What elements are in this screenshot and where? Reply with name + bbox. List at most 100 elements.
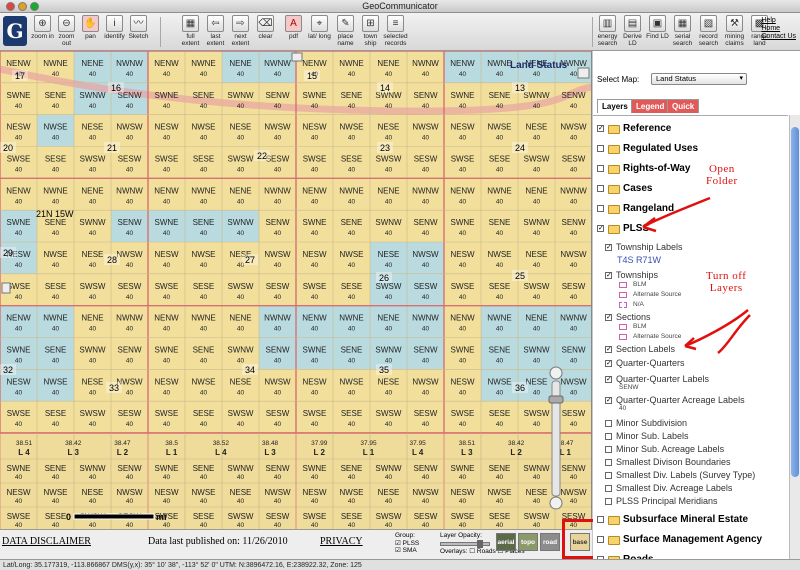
- qq-label: NENE: [525, 186, 547, 195]
- energy-button[interactable]: ▥ energy search: [595, 15, 620, 47]
- qq-acreage-label: 40: [311, 135, 319, 142]
- township-button[interactable]: ⊞ town ship: [358, 15, 383, 47]
- qq-label: SENE: [193, 464, 215, 473]
- qq-acreage-label: 40: [15, 389, 23, 396]
- privacy-link[interactable]: PRIVACY: [320, 536, 363, 547]
- tab-layers[interactable]: Layers: [597, 99, 633, 113]
- qq-acreage-label: 40: [89, 166, 97, 173]
- aerial-basemap-button[interactable]: aerial: [496, 533, 516, 551]
- group-sma-option[interactable]: ☑ SMA: [395, 547, 419, 555]
- records-button[interactable]: ≡ selected records: [383, 15, 408, 47]
- plss-sublayer-5[interactable]: Smallest Div. Acreage Labels: [593, 481, 788, 494]
- plss-sublayer-4-label: Smallest Div. Labels (Survey Type): [616, 470, 756, 480]
- help-link[interactable]: Help: [761, 17, 796, 25]
- map-view[interactable]: NENW 40 NWNE 40 NENE 40 NWNW 40 NENW 40 NWNE 40 NENE…: [0, 51, 592, 529]
- serial-button[interactable]: ▦ serial search: [670, 15, 695, 47]
- eraser-button[interactable]: ⌫ clear: [253, 15, 278, 40]
- land-status-map[interactable]: NENW 40 NWNE 40 NENE 40 NWNW 40 NENW 40 NWNE 40 NENE…: [0, 51, 592, 529]
- derive-button[interactable]: ▤ Derive LD: [620, 15, 645, 47]
- hand-tool-button[interactable]: ✋ pan: [78, 15, 103, 40]
- qq-acreage-label: 40: [126, 135, 134, 142]
- layer-reference[interactable]: ✓ Reference: [593, 120, 788, 140]
- qq-acreage-label: 40: [274, 71, 282, 78]
- plss-sublayer-6[interactable]: PLSS Principal Meridians: [593, 494, 788, 507]
- minimize-window-button[interactable]: [18, 2, 27, 11]
- opacity-slider[interactable]: [440, 539, 490, 548]
- plss-sublayer-4[interactable]: Smallest Div. Labels (Survey Type): [593, 468, 788, 481]
- find-button[interactable]: ▣ Find LD: [645, 15, 670, 40]
- plss-sublayer-0[interactable]: Minor Subdivision: [593, 416, 788, 429]
- plss-sublayer-2-checkbox[interactable]: [605, 446, 612, 453]
- qq-acreage-label: 40: [237, 103, 245, 110]
- qq-acreage-label: 40: [52, 294, 60, 301]
- qq-label: NENE: [81, 314, 103, 323]
- qq-acreage-label: 40: [163, 498, 171, 505]
- qq-label: NWNE: [339, 314, 363, 323]
- zoom-window-button[interactable]: [30, 2, 39, 11]
- section-number: 16: [111, 83, 121, 93]
- layer-surface-management-agency-checkbox[interactable]: [597, 536, 604, 543]
- qq-acreage-label: 40: [237, 71, 245, 78]
- plss-sublayer-1-checkbox[interactable]: [605, 433, 612, 440]
- tab-quick-start[interactable]: Quick Start: [667, 99, 700, 125]
- qq-acreage-label: 40: [385, 166, 393, 173]
- zoom-out-tool-button[interactable]: ⊖ zoom out: [54, 15, 79, 47]
- layer-surface-management-agency[interactable]: Surface Management Agency: [593, 531, 788, 551]
- qq-label: NESW: [7, 123, 31, 132]
- road-basemap-button[interactable]: road: [540, 533, 560, 551]
- layer-subsurface-mineral-estate-checkbox[interactable]: [597, 516, 604, 523]
- zoom-in-tool-button[interactable]: ⊕ zoom in: [30, 15, 55, 40]
- layer-subsurface-mineral-estate[interactable]: Subsurface Mineral Estate: [593, 511, 788, 531]
- latlong-button[interactable]: ⌖ lat/ long: [307, 15, 332, 40]
- back-arrow-button[interactable]: ⇦ last extent: [203, 15, 228, 47]
- zoom-out-button[interactable]: [549, 496, 563, 510]
- place-name-icon: ✎: [337, 15, 354, 32]
- qq-acreage-label: 40: [570, 474, 578, 481]
- topo-basemap-button[interactable]: topo: [518, 533, 538, 551]
- tab-legend[interactable]: Legend: [631, 99, 670, 113]
- tool-label: zoom out: [58, 33, 75, 47]
- forward-arrow-button[interactable]: ⇨ next extent: [228, 15, 253, 47]
- qq-acreage-label: 40: [52, 262, 60, 269]
- qq-label: SWNE: [155, 218, 179, 227]
- place-name-button[interactable]: ✎ place name: [333, 15, 358, 47]
- app-label: mining claims: [724, 33, 745, 47]
- contact-us-link[interactable]: Contact Us: [761, 33, 796, 41]
- close-window-button[interactable]: [6, 2, 15, 11]
- plss-sublayer-1[interactable]: Minor Sub. Labels: [593, 429, 788, 442]
- pan-north-button[interactable]: [291, 52, 303, 62]
- plss-sublayer-6-checkbox[interactable]: [605, 498, 612, 505]
- plss-sublayer-3[interactable]: Smallest Divison Boundaries: [593, 455, 788, 468]
- layer-roads[interactable]: Roads: [593, 551, 788, 559]
- qq-label: SENW: [266, 218, 290, 227]
- home-link[interactable]: Home: [761, 25, 796, 33]
- data-disclaimer-link[interactable]: DATA DISCLAIMER: [2, 536, 91, 547]
- pdf-button[interactable]: Apdf: [281, 15, 306, 40]
- plss-sublayer-4-checkbox[interactable]: [605, 472, 612, 479]
- plss-sublayer-2[interactable]: Minor Sub. Acreage Labels: [593, 442, 788, 455]
- qq-acreage-label: 40: [52, 166, 60, 173]
- layer-roads-checkbox[interactable]: [597, 556, 604, 559]
- collapse-legend-button[interactable]: [577, 67, 590, 79]
- opacity-slider-knob[interactable]: [477, 539, 483, 548]
- qq-label: SWNE: [451, 91, 475, 100]
- pick-button[interactable]: ⚒ mining claims: [722, 15, 747, 47]
- layer-reference-checkbox[interactable]: ✓: [597, 125, 604, 132]
- sketch-tool-button[interactable]: 〰 Sketch: [126, 15, 151, 40]
- record-button[interactable]: ▧ record search: [696, 15, 721, 47]
- roads-overlay-checkbox[interactable]: ☐: [469, 548, 475, 555]
- pan-west-button[interactable]: [1, 282, 11, 294]
- plss-sublayer-5-checkbox[interactable]: [605, 485, 612, 492]
- lot-label: L 3: [67, 448, 79, 457]
- group-plss-option[interactable]: ☑ PLSS: [395, 540, 419, 548]
- plss-sublayer-0-checkbox[interactable]: [605, 420, 612, 427]
- folder-icon: [608, 556, 620, 559]
- select-map-dropdown[interactable]: Land Status ▾: [651, 73, 747, 85]
- full-extent-button[interactable]: ▦ full extent: [178, 15, 203, 47]
- qq-acreage-label: 40: [533, 230, 541, 237]
- zoom-out-icon: ⊖: [58, 15, 75, 32]
- lot-acreage-label: 38.51: [16, 440, 33, 447]
- info-tool-button[interactable]: i identify: [102, 15, 127, 40]
- plss-sublayer-3-checkbox[interactable]: [605, 459, 612, 466]
- qq-label: NWNE: [191, 59, 215, 68]
